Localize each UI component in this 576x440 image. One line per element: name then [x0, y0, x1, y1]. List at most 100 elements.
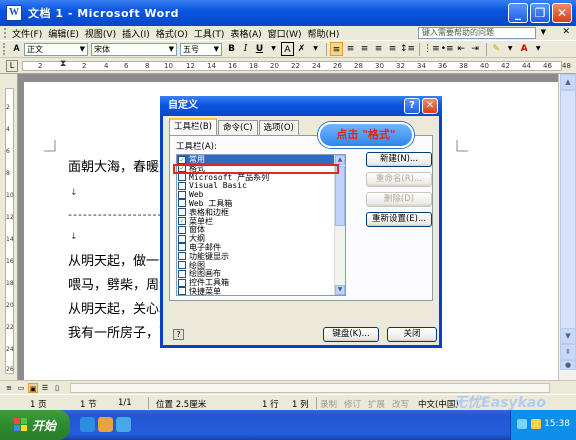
toolbar-list-item[interactable]: 快捷菜单 [177, 287, 345, 295]
checkbox-icon[interactable] [178, 199, 186, 208]
toolbar-list-item[interactable]: 功能键显示 [177, 252, 345, 261]
browse-object-icon[interactable]: ● [560, 360, 576, 370]
checked-checkbox-icon[interactable]: ✓ [178, 155, 186, 164]
align-right-icon[interactable]: ≡ [358, 42, 371, 56]
help-dropdown-icon[interactable]: ▼ [541, 28, 546, 36]
media-quicklaunch-icon[interactable] [98, 417, 113, 432]
checkbox-icon[interactable] [178, 234, 186, 243]
scroll-down-icon[interactable]: ▼ [560, 328, 576, 344]
tab-commands[interactable]: 命令(C) [217, 120, 258, 135]
scroll-thumb[interactable] [560, 90, 576, 360]
checkbox-icon[interactable] [178, 261, 186, 270]
font-color-button[interactable]: A [518, 42, 531, 56]
menu-help[interactable]: 帮助(H) [308, 27, 340, 40]
menu-view[interactable]: 视图(V) [85, 27, 116, 40]
toolbar-list-item[interactable]: Visual Basic [177, 181, 345, 190]
vertical-scrollbar[interactable]: ▲ ▼ ⇞ ● [558, 74, 576, 380]
align-left-icon[interactable]: ≡ [330, 42, 343, 56]
menu-format[interactable]: 格式(O) [156, 27, 188, 40]
toolbar-list-item[interactable]: 大纲 [177, 234, 345, 243]
checkbox-icon[interactable] [178, 190, 186, 199]
status-ovr[interactable]: 改写 [392, 398, 409, 410]
list-scrollbar[interactable]: ▲ ▼ [334, 155, 345, 295]
status-trk[interactable]: 修订 [344, 398, 361, 410]
volume-icon[interactable] [531, 419, 541, 429]
justify-icon[interactable]: ≡ [372, 42, 385, 56]
reading-view-icon[interactable]: ▯ [52, 383, 62, 393]
print-view-icon[interactable]: ▣ [28, 383, 38, 393]
checkbox-icon[interactable] [178, 269, 186, 278]
toolbar-list-item[interactable]: 表格和边框 [177, 208, 345, 217]
web-view-icon[interactable]: ▭ [16, 383, 26, 393]
restore-button[interactable]: ❐ [530, 3, 550, 23]
underline-dropdown-icon[interactable]: ▼ [267, 42, 280, 56]
styles-pane-icon[interactable]: 𝐀 [10, 42, 23, 56]
highlight-dropdown-icon[interactable]: ▼ [504, 42, 517, 56]
normal-view-icon[interactable]: ≡ [4, 383, 14, 393]
status-ext[interactable]: 扩展 [368, 398, 385, 410]
bold-button[interactable]: B [225, 42, 238, 56]
scroll-up-icon[interactable]: ▲ [560, 74, 576, 90]
italic-button[interactable]: I [239, 42, 252, 56]
horizontal-ruler[interactable]: L 2 ⧗ 2 4 6 8 10 12 14 16 18 20 22 24 26… [0, 58, 576, 74]
start-button[interactable]: 开始 [0, 410, 70, 440]
rename-toolbar-button[interactable]: 重命名(R)... [366, 172, 432, 187]
menu-window[interactable]: 窗口(W) [268, 27, 302, 40]
checkbox-icon[interactable] [178, 208, 186, 217]
menu-insert[interactable]: 插入(I) [122, 27, 150, 40]
tab-options[interactable]: 选项(O) [258, 120, 299, 135]
checkbox-icon[interactable] [178, 181, 186, 190]
character-scale-icon[interactable]: ✗ [295, 42, 308, 56]
keyboard-button[interactable]: 键盘(K)... [323, 327, 379, 342]
toolbar-list-item[interactable]: Web [177, 190, 345, 199]
bullets-icon[interactable]: •≡ [441, 42, 454, 56]
menubar-grip-handle[interactable] [4, 28, 8, 38]
checkbox-icon[interactable] [178, 278, 186, 287]
dialog-titlebar[interactable]: 自定义 ? ✕ [160, 96, 442, 116]
status-rec[interactable]: 录制 [320, 398, 337, 410]
toolbars-listbox[interactable]: ✓ 常用 ✓ 格式 Microsoft 产品系列 Visual Basic Web Web 工… [176, 154, 346, 296]
close-window-button[interactable]: ✕ [552, 3, 572, 23]
highlight-icon[interactable]: ✎ [490, 42, 503, 56]
font-color-dropdown-icon[interactable]: ▼ [532, 42, 545, 56]
help-icon[interactable]: ? [173, 329, 184, 340]
menu-tools[interactable]: 工具(T) [194, 27, 225, 40]
delete-toolbar-button[interactable]: 删除(D) [366, 192, 432, 207]
desktop-quicklaunch-icon[interactable] [116, 417, 131, 432]
help-button[interactable]: ? [404, 98, 420, 114]
numbering-icon[interactable]: ⋮≡ [423, 42, 440, 56]
word-app-icon[interactable]: W [6, 5, 22, 21]
underline-button[interactable]: U [253, 42, 266, 56]
previous-page-icon[interactable]: ⇞ [560, 344, 576, 360]
style-combo[interactable]: 正文 ▼ [24, 42, 88, 56]
clock[interactable]: 15:38 [544, 419, 570, 429]
checkbox-icon[interactable] [178, 225, 186, 234]
tab-toolbars[interactable]: 工具栏(B) [169, 118, 217, 135]
toolbar-grip-handle[interactable] [3, 43, 7, 55]
increase-indent-icon[interactable]: ⇥ [469, 42, 482, 56]
outline-view-icon[interactable]: ☰ [40, 383, 50, 393]
minimize-button[interactable]: _ [508, 3, 528, 23]
checkbox-icon[interactable] [178, 243, 186, 252]
tab-stop-selector[interactable]: L [6, 60, 18, 72]
dialog-close-action-button[interactable]: 关闭 [387, 327, 437, 342]
scale-dropdown-icon[interactable]: ▼ [309, 42, 322, 56]
checkbox-icon[interactable] [178, 252, 186, 261]
list-scroll-thumb[interactable] [335, 166, 345, 226]
character-border-button[interactable]: A [281, 42, 294, 56]
indent-marker-icon[interactable]: ⧗ [60, 59, 66, 69]
menu-file[interactable]: 文件(F) [12, 27, 42, 40]
checkbox-icon[interactable] [178, 287, 186, 295]
dialog-close-button[interactable]: ✕ [422, 98, 438, 114]
ie-quicklaunch-icon[interactable] [80, 417, 95, 432]
line-spacing-icon[interactable]: ↕≡ [400, 42, 415, 56]
checkbox-icon[interactable] [178, 173, 186, 182]
toolbar-list-item[interactable]: 绘图画布 [177, 269, 345, 278]
network-icon[interactable] [517, 419, 527, 429]
menu-edit[interactable]: 编辑(E) [48, 27, 79, 40]
help-search-input[interactable]: 键入需要帮助的问题 [418, 27, 536, 39]
toolbar-list-item[interactable]: 电子邮件 [177, 243, 345, 252]
font-combo[interactable]: 宋体 ▼ [91, 42, 177, 56]
new-toolbar-button[interactable]: 新建(N)... [366, 152, 432, 167]
menu-table[interactable]: 表格(A) [230, 27, 261, 40]
